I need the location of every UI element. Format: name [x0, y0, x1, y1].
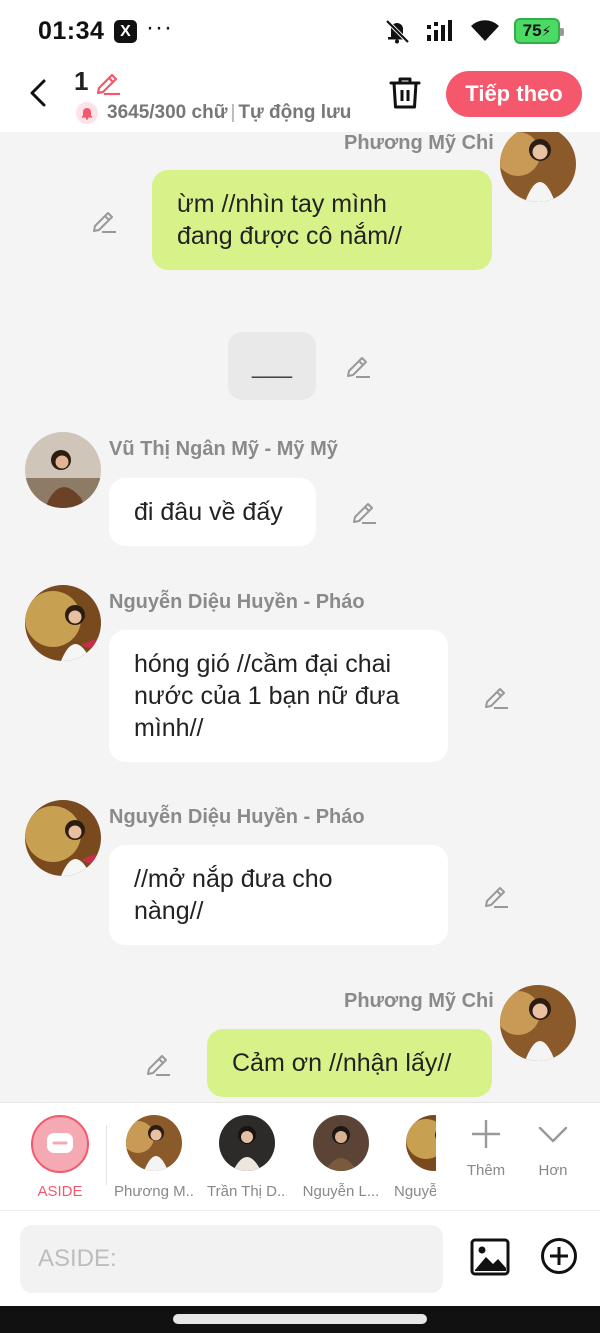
narration-text: ___ — [251, 352, 293, 379]
home-indicator[interactable] — [173, 1314, 427, 1324]
image-icon[interactable] — [470, 1237, 510, 1277]
message-text: Cảm ơn //nhận lấy// — [232, 1049, 452, 1077]
editor-header: 1 3645/300 chữ | Tự động lưu Tiếp theo — [0, 62, 600, 132]
add-label: Thêm — [466, 1162, 506, 1179]
character-item[interactable]: Phương M... — [114, 1115, 194, 1200]
character-name: Phương M... — [114, 1183, 194, 1200]
message-bubble[interactable]: ừm //nhìn tay mình đang được cô nắm// — [152, 170, 492, 270]
aside-input[interactable] — [20, 1225, 443, 1293]
character-name: Trần Thị D... — [207, 1183, 287, 1200]
wifi-icon — [471, 20, 499, 41]
notification-bell-icon — [76, 102, 98, 124]
mute-bell-icon — [385, 19, 410, 44]
avatar — [219, 1115, 275, 1171]
x-app-icon: X — [114, 20, 137, 43]
avatar — [313, 1115, 369, 1171]
composer — [0, 1210, 600, 1306]
status-time: 01:34 — [38, 17, 105, 45]
next-button[interactable]: Tiếp theo — [446, 71, 582, 117]
edit-message-icon[interactable] — [482, 881, 510, 909]
avatar-nguyen-dieu-huyen[interactable] — [25, 585, 101, 661]
status-icons: 75 ⚡ — [382, 16, 564, 46]
edit-message-icon[interactable] — [90, 206, 118, 234]
battery-level: 75 — [522, 21, 542, 40]
aside-icon — [31, 1115, 89, 1173]
system-nav-bar — [0, 1306, 600, 1333]
plus-icon — [472, 1120, 500, 1148]
character-item[interactable]: Trần Thị D... — [207, 1115, 287, 1200]
edit-message-icon[interactable] — [344, 351, 372, 379]
message-text: ừm //nhìn tay mình đang được cô nắm// — [177, 190, 402, 250]
character-item[interactable]: Nguyễ — [394, 1115, 436, 1200]
message-text: đi đâu về đấy — [134, 498, 283, 526]
speaker-name: Phương Mỹ Chi — [344, 132, 494, 154]
message-text: //mở nắp đưa cho nàng// — [134, 865, 333, 925]
divider — [106, 1125, 107, 1185]
avatar-vu-thi-ngan-my[interactable] — [25, 432, 101, 508]
message-bubble[interactable]: Cảm ơn //nhận lấy// — [207, 1029, 492, 1097]
avatar — [406, 1115, 436, 1171]
more-button[interactable]: Hơn — [521, 1117, 585, 1179]
edit-title-icon[interactable] — [94, 68, 122, 96]
edit-message-icon[interactable] — [482, 682, 510, 710]
edit-message-icon[interactable] — [144, 1049, 172, 1077]
back-arrow-icon[interactable] — [24, 76, 54, 110]
aside-label: ASIDE — [37, 1183, 83, 1200]
document-meta: 3645/300 chữ | Tự động lưu — [107, 102, 352, 123]
chat-area[interactable]: Phương Mỹ Chi ừm //nhìn tay mình đang đư… — [0, 132, 600, 1102]
character-selector: ASIDE Phương M... Trần Thị D... Nguyễn L… — [0, 1102, 600, 1210]
autosave-label: Tự động lưu — [238, 102, 352, 123]
avatar-phuong-my-chi[interactable] — [500, 132, 576, 202]
message-bubble[interactable]: //mở nắp đưa cho nàng// — [109, 845, 448, 945]
character-name: Nguyễn L... — [302, 1183, 380, 1200]
chevron-down-icon — [538, 1126, 568, 1143]
aside-selector[interactable]: ASIDE — [20, 1115, 100, 1200]
battery-icon: 75 ⚡ — [514, 18, 564, 44]
avatar-phuong-my-chi[interactable] — [500, 985, 576, 1061]
add-character-button[interactable]: Thêm — [454, 1117, 518, 1179]
narration-bubble[interactable]: ___ — [228, 332, 316, 400]
more-label: Hơn — [538, 1162, 568, 1179]
document-number: 1 — [74, 66, 89, 96]
speaker-name: Nguyễn Diệu Huyền - Pháo — [109, 591, 365, 613]
edit-message-icon[interactable] — [350, 497, 378, 525]
message-bubble[interactable]: hóng gió //cầm đại chai nước của 1 bạn n… — [109, 630, 448, 762]
more-notifications-icon: ··· — [146, 14, 173, 41]
avatar — [126, 1115, 182, 1171]
speaker-name: Phương Mỹ Chi — [344, 990, 494, 1012]
message-text: hóng gió //cầm đại chai nước của 1 bạn n… — [134, 650, 400, 742]
speaker-name: Vũ Thị Ngân Mỹ - Mỹ Mỹ — [109, 438, 338, 460]
word-count: 3645/300 chữ — [107, 102, 228, 123]
trash-icon[interactable] — [388, 75, 422, 111]
add-circle-icon[interactable] — [540, 1237, 578, 1275]
signal-icon — [427, 20, 452, 41]
character-name: Nguyễ — [394, 1183, 436, 1200]
speaker-name: Nguyễn Diệu Huyền - Pháo — [109, 806, 365, 828]
message-bubble[interactable]: đi đâu về đấy — [109, 478, 316, 546]
character-item[interactable]: Nguyễn L... — [301, 1115, 381, 1200]
status-bar: 01:34 X ··· 75 ⚡ — [0, 0, 600, 62]
avatar-nguyen-dieu-huyen[interactable] — [25, 800, 101, 876]
